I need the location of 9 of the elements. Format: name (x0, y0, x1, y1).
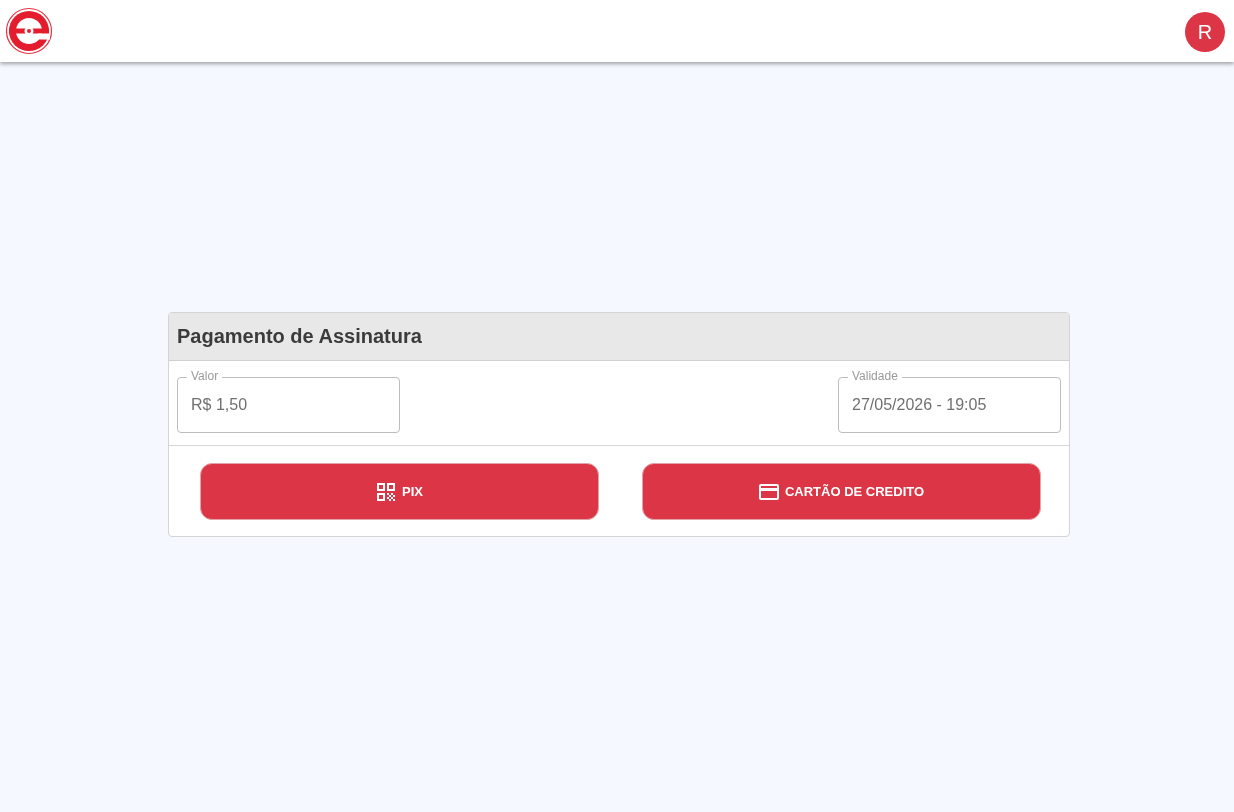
field-label: Validade (848, 369, 902, 383)
user-avatar[interactable]: R (1185, 12, 1225, 52)
logo-icon[interactable] (5, 7, 53, 55)
payment-button[interactable]: CARTÃO DE CREDITO (642, 463, 1041, 520)
qr-code-icon (376, 481, 396, 502)
field-label: Valor (187, 369, 223, 383)
credit-card-icon (758, 483, 779, 500)
payment-button[interactable]: PIX (200, 463, 599, 520)
card-title: Pagamento de Assinatura (177, 325, 422, 348)
